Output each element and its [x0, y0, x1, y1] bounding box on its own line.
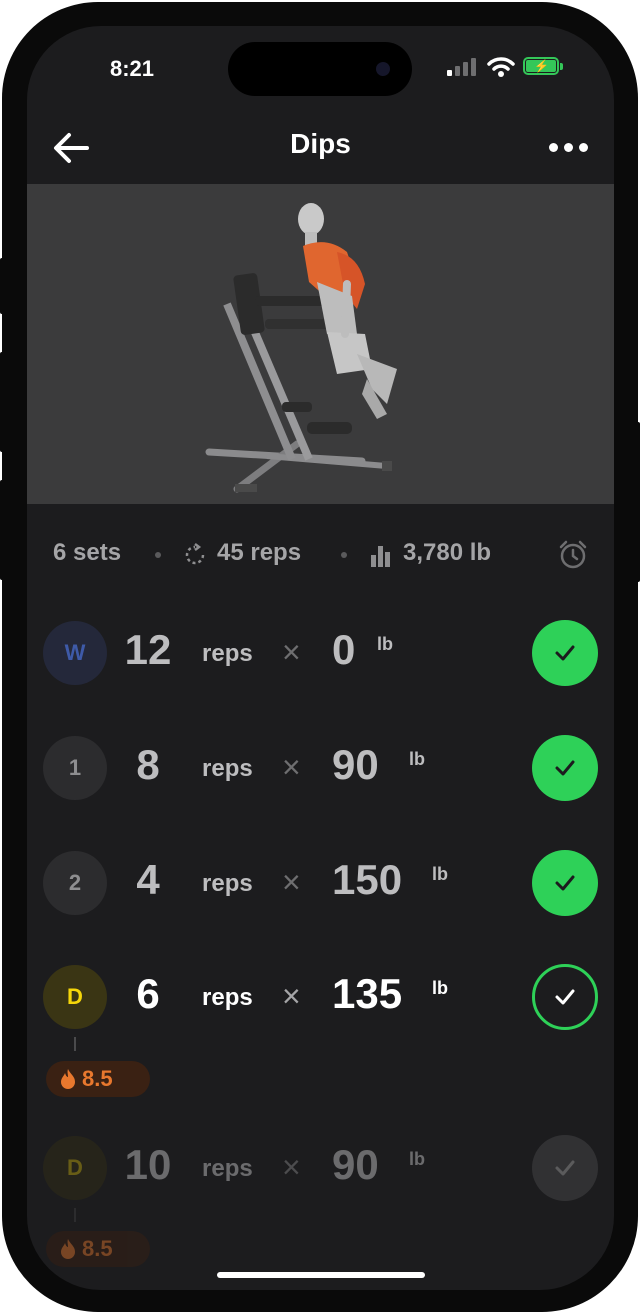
weight-unit: lb: [432, 978, 448, 998]
set-row-drop-pending[interactable]: D 10 reps × 90 lb: [27, 1123, 614, 1213]
flame-icon: [61, 1239, 75, 1259]
set-badge: W: [43, 621, 107, 685]
reps-value[interactable]: 10: [117, 1141, 179, 1189]
weight-unit: lb: [377, 634, 393, 654]
reps-value[interactable]: 6: [117, 970, 179, 1018]
power-button: [636, 422, 640, 582]
workout-summary: 6 sets 45 reps 3,780 lb: [27, 531, 614, 577]
volume-up-button: [0, 352, 4, 452]
rpe-value: 8.5: [82, 1066, 113, 1091]
complete-set-button[interactable]: [532, 1135, 598, 1201]
dips-machine-figure: [205, 203, 397, 493]
app-screen: 8:21 ⚡ Dips 6 sets 45 reps 3,780 lb W 12…: [27, 26, 614, 1290]
checkmark-icon: [555, 989, 575, 1005]
weight-value[interactable]: 135: [332, 970, 402, 1018]
summary-reps: 45 reps: [217, 539, 302, 566]
weight-value[interactable]: 90: [332, 741, 379, 789]
volume-bar-icon: [371, 546, 390, 567]
complete-set-button[interactable]: [532, 964, 598, 1030]
complete-set-button[interactable]: [532, 850, 598, 916]
times-sign: ×: [282, 1149, 301, 1185]
summary-sets: 6 sets: [53, 539, 122, 566]
page-title: Dips: [290, 128, 351, 159]
rpe-badge[interactable]: 8.5: [46, 1061, 150, 1097]
separator-dot: [341, 552, 347, 558]
reps-label: reps: [202, 640, 253, 667]
times-sign: ×: [282, 749, 301, 785]
weight-unit: lb: [409, 1149, 425, 1169]
weight-value[interactable]: 150: [332, 856, 402, 904]
set-badge: D: [43, 1136, 107, 1200]
set-badge: D: [43, 965, 107, 1029]
set-row-drop-active[interactable]: D 6 reps × 135 lb: [27, 952, 614, 1042]
times-sign: ×: [282, 634, 301, 670]
nav-bar: Dips: [27, 118, 614, 178]
checkmark-icon: [555, 1160, 575, 1176]
checkmark-icon: [555, 645, 575, 661]
set-badge: 1: [43, 736, 107, 800]
set-row-warmup[interactable]: W 12 reps × 0 lb: [27, 608, 614, 698]
reps-value[interactable]: 4: [117, 856, 179, 904]
summary-volume: 3,780 lb: [403, 539, 492, 566]
more-icon[interactable]: [549, 140, 589, 154]
weight-value[interactable]: 0: [332, 626, 355, 674]
dynamic-island: [228, 42, 412, 96]
status-bar: 8:21 ⚡: [27, 26, 614, 126]
status-time: 8:21: [110, 56, 155, 81]
times-sign: ×: [282, 864, 301, 900]
phone-frame: 8:21 ⚡ Dips 6 sets 45 reps 3,780 lb W 12…: [2, 2, 638, 1312]
reps-cycle-icon: [185, 543, 205, 565]
volume-down-button: [0, 480, 4, 580]
cellular-signal-icon: [447, 58, 477, 76]
set-row-1[interactable]: 1 8 reps × 90 lb: [27, 723, 614, 813]
checkmark-icon: [555, 875, 575, 891]
weight-unit: lb: [432, 864, 448, 884]
weight-unit: lb: [409, 749, 425, 769]
reps-label: reps: [202, 755, 253, 782]
rpe-value: 8.5: [82, 1236, 113, 1261]
complete-set-button[interactable]: [532, 735, 598, 801]
exercise-illustration: [27, 184, 614, 504]
flame-icon: [61, 1069, 75, 1089]
set-row-2[interactable]: 2 4 reps × 150 lb: [27, 838, 614, 928]
complete-set-button[interactable]: [532, 620, 598, 686]
connector-line: [74, 1208, 76, 1222]
times-sign: ×: [282, 978, 301, 1014]
weight-value[interactable]: 90: [332, 1141, 379, 1189]
wifi-icon: [487, 57, 515, 77]
set-badge: 2: [43, 851, 107, 915]
reps-label: reps: [202, 870, 253, 897]
action-button: [0, 258, 4, 314]
reps-value[interactable]: 12: [117, 626, 179, 674]
alarm-clock-icon[interactable]: [557, 539, 589, 571]
rpe-badge[interactable]: 8.5: [46, 1231, 150, 1267]
reps-label: reps: [202, 984, 253, 1011]
checkmark-icon: [555, 760, 575, 776]
connector-line: [74, 1037, 76, 1051]
separator-dot: [155, 552, 161, 558]
reps-value[interactable]: 8: [117, 741, 179, 789]
home-indicator[interactable]: [217, 1272, 425, 1278]
battery-icon: ⚡: [523, 57, 563, 75]
reps-label: reps: [202, 1155, 253, 1182]
